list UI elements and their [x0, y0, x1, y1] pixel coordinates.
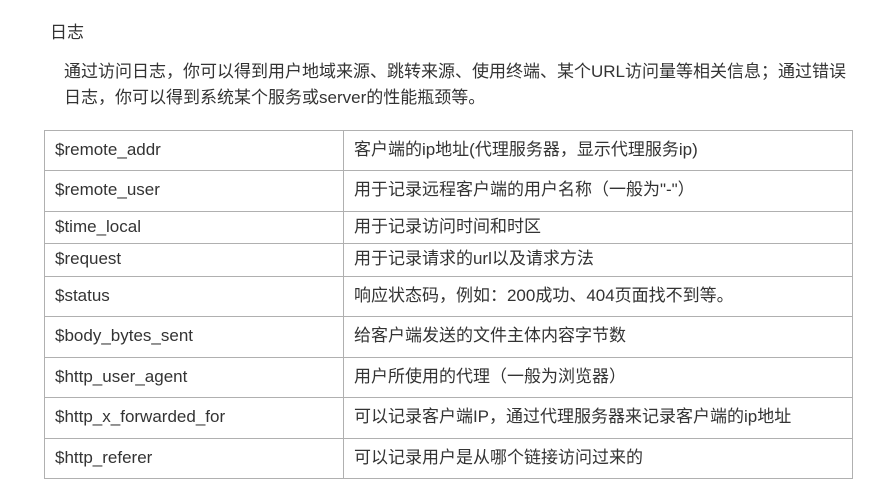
desc-cell: 可以记录客户端IP，通过代理服务器来记录客户端的ip地址	[343, 398, 852, 439]
var-cell: $body_bytes_sent	[45, 317, 344, 358]
desc-cell: 可以记录用户是从哪个链接访问过来的	[343, 438, 852, 479]
table-row: $remote_user 用于记录远程客户端的用户名称（一般为"-"）	[45, 171, 853, 212]
desc-cell: 客户端的ip地址(代理服务器，显示代理服务ip)	[343, 130, 852, 171]
table-row: $http_user_agent 用户所使用的代理（一般为浏览器）	[45, 357, 853, 398]
var-cell: $remote_addr	[45, 130, 344, 171]
table-row: $http_referer 可以记录用户是从哪个链接访问过来的	[45, 438, 853, 479]
var-cell: $time_local	[45, 211, 344, 244]
var-cell: $status	[45, 276, 344, 317]
var-cell: $http_x_forwarded_for	[45, 398, 344, 439]
desc-cell: 用于记录远程客户端的用户名称（一般为"-"）	[343, 171, 852, 212]
table-row: $body_bytes_sent 给客户端发送的文件主体内容字节数	[45, 317, 853, 358]
desc-cell: 响应状态码，例如：200成功、404页面找不到等。	[343, 276, 852, 317]
intro-paragraph: 通过访问日志，你可以得到用户地域来源、跳转来源、使用终端、某个URL访问量等相关…	[64, 59, 859, 112]
table-row: $time_local 用于记录访问时间和时区	[45, 211, 853, 244]
desc-cell: 用户所使用的代理（一般为浏览器）	[343, 357, 852, 398]
var-cell: $http_referer	[45, 438, 344, 479]
table-row: $http_x_forwarded_for 可以记录客户端IP，通过代理服务器来…	[45, 398, 853, 439]
var-cell: $http_user_agent	[45, 357, 344, 398]
log-vars-table: $remote_addr 客户端的ip地址(代理服务器，显示代理服务ip) $r…	[44, 130, 853, 480]
desc-cell: 用于记录访问时间和时区	[343, 211, 852, 244]
document-content: 日志 通过访问日志，你可以得到用户地域来源、跳转来源、使用终端、某个URL访问量…	[0, 18, 889, 479]
desc-cell: 用于记录请求的url以及请求方法	[343, 244, 852, 277]
table-row: $status 响应状态码，例如：200成功、404页面找不到等。	[45, 276, 853, 317]
var-cell: $request	[45, 244, 344, 277]
table-row: $request 用于记录请求的url以及请求方法	[45, 244, 853, 277]
var-cell: $remote_user	[45, 171, 344, 212]
desc-cell: 给客户端发送的文件主体内容字节数	[343, 317, 852, 358]
page-title: 日志	[50, 18, 859, 43]
table-row: $remote_addr 客户端的ip地址(代理服务器，显示代理服务ip)	[45, 130, 853, 171]
